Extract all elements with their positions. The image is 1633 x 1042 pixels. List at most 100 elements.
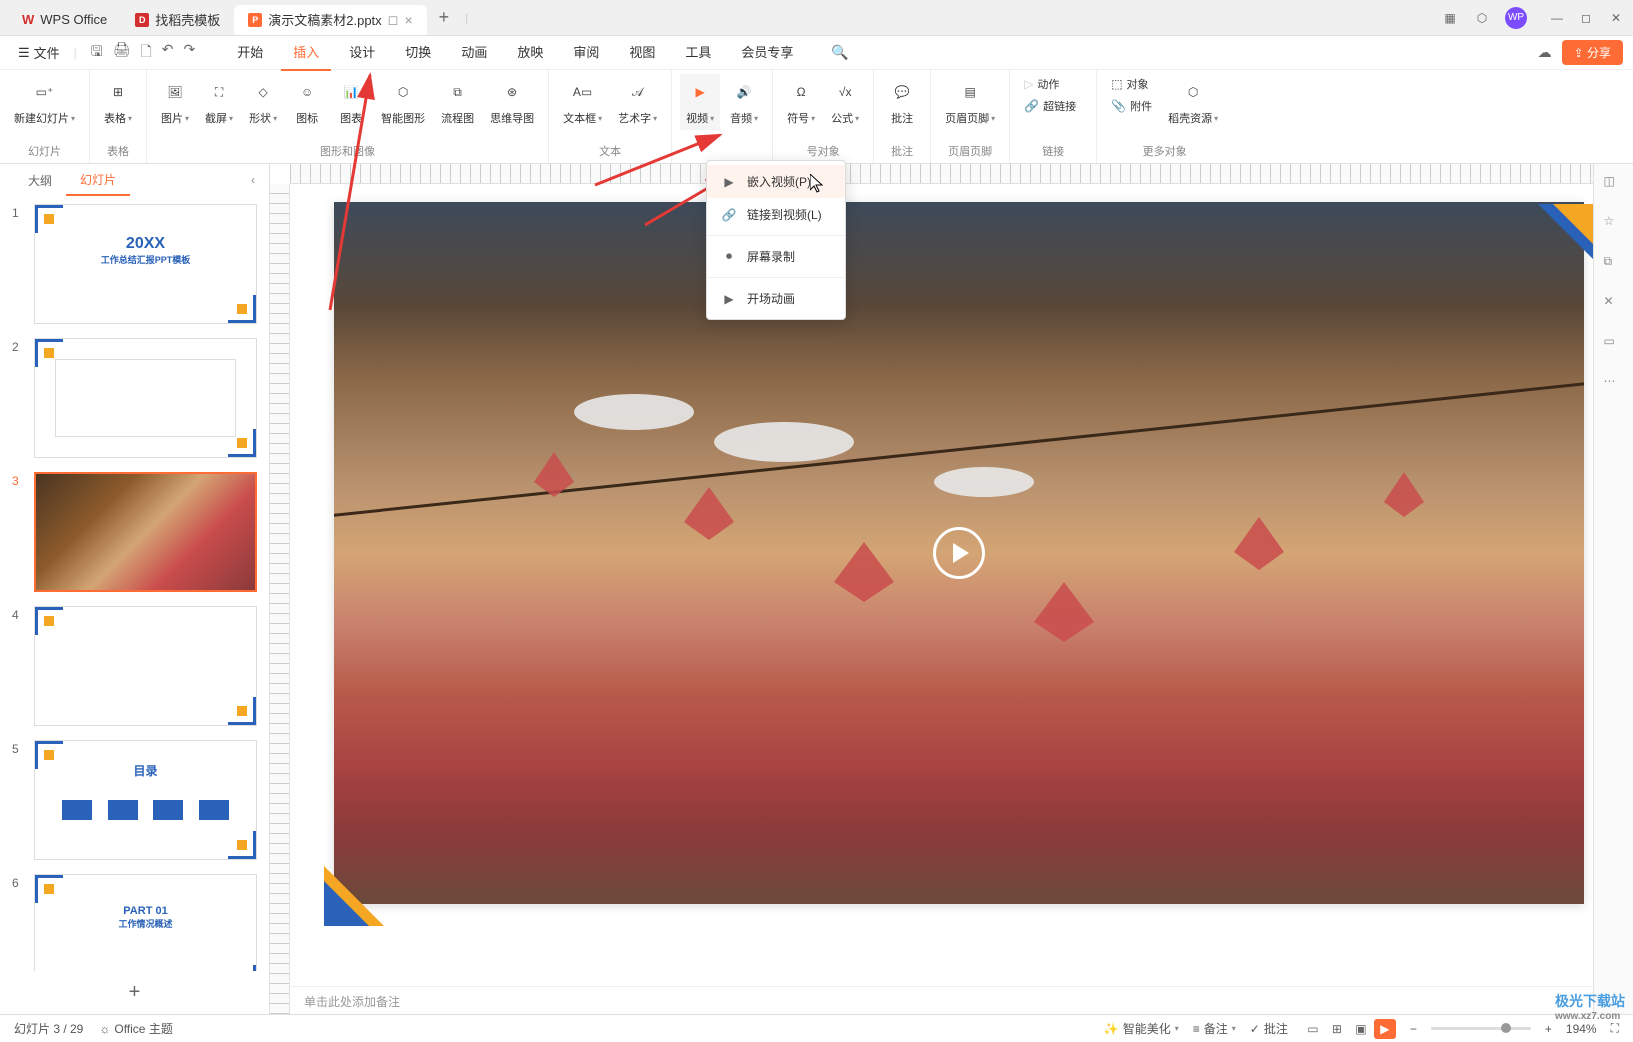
slide-thumb-3[interactable]: [34, 472, 257, 592]
normal-view-button[interactable]: ▭: [1302, 1019, 1324, 1039]
close-icon[interactable]: ×: [404, 12, 412, 28]
print-preview-icon[interactable]: 🗋: [141, 41, 152, 65]
fit-button[interactable]: ⛶: [1611, 1021, 1619, 1036]
grid-icon[interactable]: ▦: [1441, 9, 1459, 27]
link-video-item[interactable]: 🔗 链接到视频(L): [707, 198, 845, 231]
icon-button[interactable]: ☺图标: [287, 74, 327, 130]
tab-animation[interactable]: 动画: [449, 34, 499, 71]
slide-thumb-6[interactable]: PART 01工作情况概述: [34, 874, 257, 971]
reading-view-button[interactable]: ▣: [1350, 1019, 1372, 1039]
zoom-out-button[interactable]: −: [1410, 1022, 1417, 1036]
slide-canvas[interactable]: [334, 202, 1584, 904]
tab-start[interactable]: 开始: [225, 34, 275, 71]
slide-panel-tabs: 大纲 幻灯片 ‹: [0, 164, 269, 196]
new-slide-button[interactable]: ▭⁺ 新建幻灯片▾: [8, 74, 81, 130]
tab-restore-icon[interactable]: ◻: [388, 12, 399, 28]
add-tab-button[interactable]: +: [427, 7, 462, 28]
smartart-button[interactable]: ⬡智能图形: [375, 74, 431, 130]
zoom-slider[interactable]: [1431, 1027, 1531, 1030]
redo-icon[interactable]: ↷: [184, 41, 196, 65]
embed-video-item[interactable]: ▶ 嵌入视频(P): [707, 165, 845, 198]
ruler-vertical[interactable]: [270, 184, 290, 1014]
tab-design[interactable]: 设计: [337, 34, 387, 71]
screenshot-button[interactable]: ⛶截屏▾: [199, 74, 239, 130]
wordart-button[interactable]: 𝒜艺术字▾: [612, 74, 663, 130]
play-button-icon[interactable]: [933, 527, 985, 579]
mindmap-icon: ⊛: [498, 78, 526, 106]
slide-canvas-area[interactable]: [290, 184, 1593, 986]
print-icon[interactable]: 🖨: [113, 41, 131, 65]
slide-thumb-5[interactable]: 目录: [34, 740, 257, 860]
share-button[interactable]: ⇪ 分享: [1562, 40, 1623, 65]
object-button[interactable]: ⬚对象: [1105, 74, 1158, 94]
equation-button[interactable]: √x公式▾: [825, 74, 865, 130]
tab-view[interactable]: 视图: [617, 34, 667, 71]
tab-insert[interactable]: 插入: [281, 34, 331, 71]
sidebar-settings-icon[interactable]: ✕: [1604, 294, 1624, 314]
close-window-icon[interactable]: ✕: [1611, 11, 1625, 25]
add-slide-button[interactable]: +: [0, 971, 269, 1014]
comments-toggle[interactable]: ✓批注: [1250, 1020, 1288, 1037]
link-video-icon: 🔗: [721, 207, 737, 223]
attachment-button[interactable]: 📎附件: [1105, 96, 1158, 116]
sidebar-more-icon[interactable]: ⋯: [1604, 374, 1624, 394]
collapse-icon[interactable]: ‹: [251, 173, 255, 187]
shapes-button[interactable]: ◇形状▾: [243, 74, 283, 130]
notes-input[interactable]: 单击此处添加备注: [290, 986, 1593, 1014]
tab-review[interactable]: 审阅: [561, 34, 611, 71]
slide-thumb-4[interactable]: [34, 606, 257, 726]
minimize-icon[interactable]: —: [1551, 11, 1565, 25]
sidebar-tool-icon[interactable]: ◫: [1604, 174, 1624, 194]
table-button[interactable]: ⊞ 表格▾: [98, 74, 138, 130]
smartart-icon: ⬡: [389, 78, 417, 106]
sidebar-book-icon[interactable]: ▭: [1604, 334, 1624, 354]
audio-button[interactable]: 🔊音频▾: [724, 74, 764, 130]
textbox-button[interactable]: A▭文本框▾: [557, 74, 608, 130]
app-title-tab[interactable]: W WPS Office: [8, 5, 121, 35]
resources-button[interactable]: ⬡稻壳资源▾: [1162, 74, 1224, 130]
slides-list[interactable]: 1 20XX工作总结汇报PPT模板 2 3 4: [0, 196, 269, 971]
sorter-view-button[interactable]: ⊞: [1326, 1019, 1348, 1039]
corner-decoration: [324, 866, 384, 926]
comment-button[interactable]: 💬批注: [882, 74, 922, 130]
document-tab[interactable]: P 演示文稿素材2.pptx ◻ ×: [234, 5, 426, 35]
video-button[interactable]: ▶视频▾: [680, 74, 720, 130]
tab-member[interactable]: 会员专享: [729, 34, 805, 71]
slides-tab[interactable]: 幻灯片: [66, 165, 130, 196]
menu-tabs: 开始 插入 设计 切换 动画 放映 审阅 视图 工具 会员专享: [225, 34, 805, 71]
search-icon[interactable]: 🔍: [831, 44, 848, 60]
ribbon-group-media: ▶视频▾ 🔊音频▾: [672, 70, 773, 163]
file-menu-button[interactable]: ☰ 文件: [10, 39, 68, 66]
screen-record-item[interactable]: ⏺ 屏幕录制: [707, 240, 845, 273]
tab-transition[interactable]: 切换: [393, 34, 443, 71]
sidebar-star-icon[interactable]: ☆: [1604, 214, 1624, 234]
user-avatar[interactable]: WP: [1505, 7, 1527, 29]
zoom-level[interactable]: 194%: [1566, 1022, 1597, 1036]
flowchart-button[interactable]: ⧉流程图: [435, 74, 480, 130]
sidebar-layers-icon[interactable]: ⧉: [1604, 254, 1624, 274]
slide-thumb-2[interactable]: [34, 338, 257, 458]
slide-video-placeholder[interactable]: [334, 202, 1584, 904]
notes-toggle[interactable]: ≡备注▾: [1193, 1020, 1236, 1037]
header-footer-button[interactable]: ▤页眉页脚▾: [939, 74, 1001, 130]
outline-tab[interactable]: 大纲: [14, 166, 66, 195]
cloud-icon[interactable]: ☁: [1538, 44, 1552, 61]
chart-button[interactable]: 📊图表: [331, 74, 371, 130]
slide-thumb-row: 4: [12, 606, 257, 726]
theme-button[interactable]: ☼Office 主题: [99, 1020, 172, 1037]
tab-slideshow[interactable]: 放映: [505, 34, 555, 71]
cube-icon[interactable]: ⬡: [1473, 9, 1491, 27]
slide-thumb-1[interactable]: 20XX工作总结汇报PPT模板: [34, 204, 257, 324]
save-icon[interactable]: 🖫: [91, 41, 103, 65]
mindmap-button[interactable]: ⊛思维导图: [484, 74, 540, 130]
zoom-in-button[interactable]: +: [1545, 1022, 1552, 1036]
tab-tools[interactable]: 工具: [673, 34, 723, 71]
ruler-horizontal[interactable]: [290, 164, 1593, 184]
beautify-button[interactable]: ✨智能美化▾: [1104, 1020, 1179, 1037]
picture-button[interactable]: 🖼图片▾: [155, 74, 195, 130]
slideshow-view-button[interactable]: ▶: [1374, 1019, 1396, 1039]
undo-icon[interactable]: ↶: [162, 41, 174, 65]
opening-animation-item[interactable]: ▶ 开场动画: [707, 282, 845, 315]
template-tab[interactable]: D 找稻壳模板: [121, 5, 234, 35]
maximize-icon[interactable]: ◻: [1581, 11, 1595, 25]
